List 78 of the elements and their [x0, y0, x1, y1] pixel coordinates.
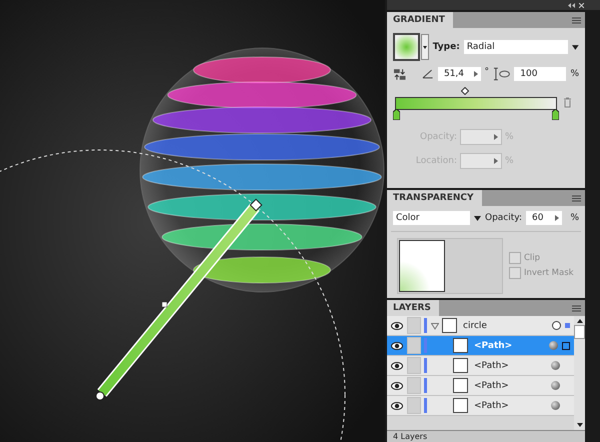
percent-sign: % [570, 213, 579, 223]
collapse-icon[interactable] [568, 2, 575, 8]
gradient-swatch[interactable] [393, 33, 420, 61]
layer-name: <Path> [474, 380, 509, 390]
close-icon[interactable] [579, 2, 584, 8]
eye-icon[interactable] [391, 382, 403, 390]
panel-menu-icon[interactable] [572, 194, 581, 202]
caret-icon[interactable] [474, 216, 481, 220]
lock-toggle[interactable] [407, 317, 421, 334]
type-dropdown[interactable]: Radial [464, 40, 568, 54]
layer-name: <Path> [474, 400, 509, 410]
panel-menu-icon[interactable] [572, 304, 581, 312]
reverse-gradient-icon[interactable] [393, 68, 406, 80]
layer-thumbnail [442, 318, 457, 333]
checkbox-label: Clip [524, 253, 540, 263]
layer-thumbnail [453, 398, 468, 413]
lock-toggle[interactable] [407, 377, 421, 394]
layer-name: circle [463, 320, 487, 330]
color-stop[interactable] [393, 109, 400, 120]
stepper-arrow-icon[interactable] [474, 71, 478, 77]
eye-icon[interactable] [391, 402, 403, 410]
color-stop[interactable] [552, 109, 559, 120]
stepper-arrow-icon[interactable] [555, 215, 559, 221]
layer-thumbnail [453, 358, 468, 373]
angle-icon [422, 69, 434, 79]
scroll-thumb[interactable] [574, 325, 585, 339]
percent-sign: % [505, 132, 514, 142]
swatch-dropdown[interactable] [420, 34, 429, 60]
eye-icon[interactable] [391, 362, 403, 370]
lock-toggle[interactable] [407, 337, 421, 354]
layer-color-bar [424, 398, 427, 413]
scrollbar[interactable] [574, 316, 585, 430]
checkbox[interactable] [509, 252, 521, 264]
opacity-field[interactable]: 60 [526, 211, 562, 225]
type-label: Type: [432, 42, 460, 52]
layer-color-bar [424, 358, 427, 373]
layer-row[interactable]: <Path> [387, 376, 574, 396]
aspect-field[interactable]: 100 [514, 67, 566, 81]
layer-name: <Path> [474, 340, 512, 350]
layer-name: <Path> [474, 360, 509, 370]
degree-sign: ° [484, 67, 489, 77]
aspect-ratio-icon [493, 67, 510, 81]
layer-color-bar [424, 338, 427, 353]
checkbox[interactable] [509, 267, 521, 279]
selection-indicator [565, 323, 570, 328]
layer-count: 4 Layers [392, 432, 428, 441]
panel-tab[interactable]: LAYERS [387, 300, 439, 316]
opacity-label: Opacity: [485, 213, 522, 223]
panel-menu-icon[interactable] [572, 16, 581, 24]
angle-field[interactable]: 51,4 [438, 67, 480, 81]
layer-color-bar [424, 378, 427, 393]
eye-icon[interactable] [391, 342, 403, 350]
layer-row[interactable]: <Path> [387, 396, 574, 416]
gradient-annotator[interactable] [96, 198, 262, 400]
disclosure-triangle-icon[interactable] [431, 322, 439, 330]
panel-tab[interactable]: TRANSPARENCY [387, 190, 482, 206]
caret-icon [422, 46, 427, 48]
scroll-down-icon[interactable] [576, 423, 582, 427]
layer-row[interactable]: <Path> [387, 356, 574, 376]
layer-thumbnail [453, 338, 468, 353]
eye-icon[interactable] [391, 322, 403, 330]
layer-thumbnail [453, 378, 468, 393]
layer-row[interactable]: circle [387, 316, 574, 336]
percent-sign: % [505, 156, 514, 166]
lock-toggle[interactable] [407, 357, 421, 374]
percent-sign: % [570, 69, 579, 79]
selection-indicator [562, 342, 570, 350]
lock-toggle[interactable] [407, 397, 421, 414]
blend-mode-dropdown[interactable]: Color [393, 211, 470, 225]
target-icon[interactable] [552, 321, 561, 330]
scroll-up-icon[interactable] [576, 319, 582, 323]
panel-tab[interactable]: GRADIENT [387, 12, 453, 28]
layer-color-bar [424, 318, 427, 333]
caret-icon[interactable] [572, 44, 580, 50]
gradient-ramp[interactable] [395, 97, 557, 110]
midpoint-icon[interactable] [461, 87, 469, 95]
checkbox-label: Invert Mask [524, 268, 574, 278]
mask-thumbnail [399, 240, 445, 292]
